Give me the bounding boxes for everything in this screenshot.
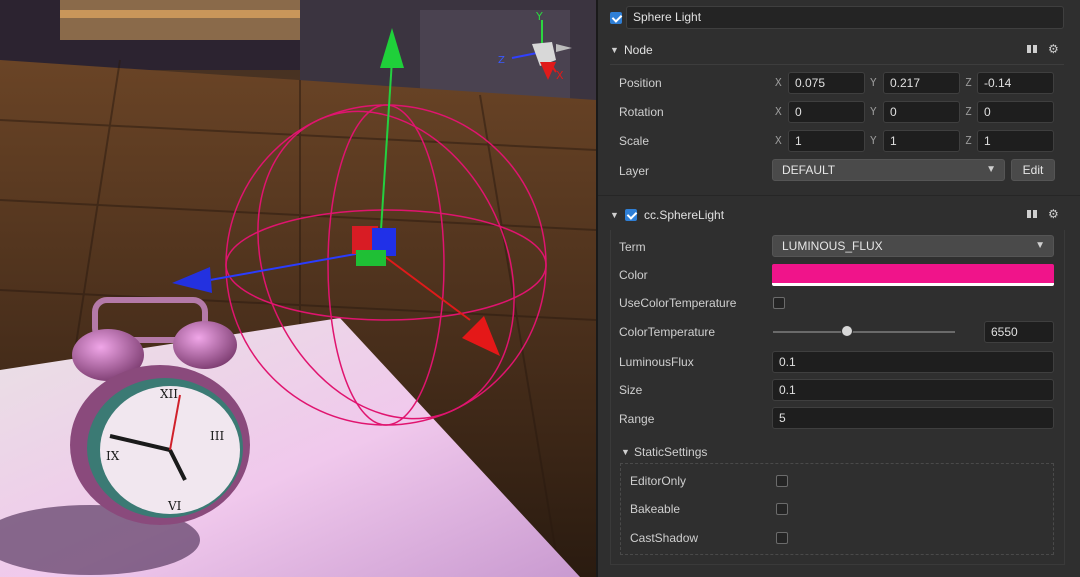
size-label: Size <box>619 383 643 397</box>
scale-x-axis: X <box>775 134 782 147</box>
use-color-temperature-label: UseColorTemperature <box>619 296 737 310</box>
static-settings-title: StaticSettings <box>634 445 708 459</box>
color-temperature-slider-track[interactable] <box>773 331 955 333</box>
editor-only-checkbox[interactable] <box>776 475 788 487</box>
scale-y-input[interactable]: 1 <box>883 130 960 152</box>
color-temperature-input[interactable]: 6550 <box>984 321 1054 343</box>
chevron-down-icon: ▼ <box>986 164 996 175</box>
rotation-y-input[interactable]: 0 <box>883 101 960 123</box>
scene-render: XII III VI IX Y X Z <box>0 0 596 577</box>
color-temperature-slider-handle[interactable] <box>841 325 853 337</box>
position-y-input[interactable]: 0.217 <box>883 72 960 94</box>
term-label: Term <box>619 240 646 254</box>
position-label: Position <box>619 76 662 90</box>
bakeable-checkbox[interactable] <box>776 503 788 515</box>
rotation-label: Rotation <box>619 105 664 119</box>
color-label: Color <box>619 268 648 282</box>
component-divider <box>598 195 1080 196</box>
svg-text:XII: XII <box>160 387 178 401</box>
position-y-axis: Y <box>870 76 877 89</box>
position-z-input[interactable]: -0.14 <box>977 72 1054 94</box>
gizmo-x-label: X <box>556 69 564 82</box>
editor-only-label: EditorOnly <box>630 474 687 488</box>
component-title: cc.SphereLight <box>644 208 725 222</box>
layer-value: DEFAULT <box>782 163 836 177</box>
svg-text:VI: VI <box>167 499 182 513</box>
position-x-axis: X <box>775 76 782 89</box>
node-section-title: Node <box>624 43 653 57</box>
cast-shadow-label: CastShadow <box>630 531 699 545</box>
svg-text:III: III <box>210 429 224 443</box>
gear-icon[interactable]: ⚙ <box>1048 207 1059 221</box>
gizmo-y-label: Y <box>535 10 543 23</box>
use-color-temperature-checkbox[interactable] <box>773 297 785 309</box>
layer-label: Layer <box>619 164 650 178</box>
luminous-flux-label: LuminousFlux <box>619 355 694 369</box>
cast-shadow-checkbox[interactable] <box>776 532 788 544</box>
svg-text:IX: IX <box>106 449 120 463</box>
size-input[interactable]: 0.1 <box>772 379 1054 401</box>
rotation-z-axis: Z <box>965 105 972 118</box>
layer-edit-button[interactable]: Edit <box>1011 159 1055 181</box>
node-name: Sphere Light <box>633 10 702 24</box>
component-collapse-icon[interactable]: ▼ <box>610 210 619 220</box>
position-z-axis: Z <box>965 76 972 89</box>
chevron-down-icon: ▼ <box>1035 240 1045 251</box>
scale-label: Scale <box>619 134 650 148</box>
rotation-x-axis: X <box>775 105 782 118</box>
gear-icon[interactable]: ⚙ <box>1048 42 1059 56</box>
gizmo-z-label: Z <box>498 55 505 66</box>
luminous-flux-input[interactable]: 0.1 <box>772 351 1054 373</box>
book-icon[interactable] <box>1026 43 1038 58</box>
position-x-input[interactable]: 0.075 <box>788 72 865 94</box>
color-swatch[interactable] <box>772 264 1054 286</box>
range-input[interactable]: 5 <box>772 407 1054 429</box>
node-name-field[interactable]: Sphere Light <box>626 6 1064 29</box>
scale-z-axis: Z <box>965 134 972 147</box>
scale-y-axis: Y <box>870 134 877 147</box>
rotation-y-axis: Y <box>870 105 877 118</box>
static-settings-collapse-icon[interactable]: ▼ <box>621 447 630 457</box>
rotation-z-input[interactable]: 0 <box>977 101 1054 123</box>
component-enabled-checkbox[interactable] <box>625 209 637 221</box>
inspector-panel: Sphere Light ▼ Node ⚙ Position X 0.075 Y… <box>598 0 1080 577</box>
scale-z-input[interactable]: 1 <box>977 130 1054 152</box>
node-collapse-icon[interactable]: ▼ <box>610 45 619 55</box>
node-section-divider <box>610 64 1064 65</box>
node-active-checkbox[interactable] <box>610 12 622 24</box>
rotation-x-input[interactable]: 0 <box>788 101 865 123</box>
color-temperature-label: ColorTemperature <box>619 325 716 339</box>
scale-x-input[interactable]: 1 <box>788 130 865 152</box>
book-icon[interactable] <box>1026 208 1038 223</box>
range-label: Range <box>619 412 655 426</box>
term-select[interactable]: LUMINOUS_FLUX ▼ <box>772 235 1054 257</box>
layer-select[interactable]: DEFAULT ▼ <box>772 159 1005 181</box>
term-value: LUMINOUS_FLUX <box>782 239 883 253</box>
bakeable-label: Bakeable <box>630 502 681 516</box>
scene-viewport[interactable]: XII III VI IX Y X Z <box>0 0 596 577</box>
